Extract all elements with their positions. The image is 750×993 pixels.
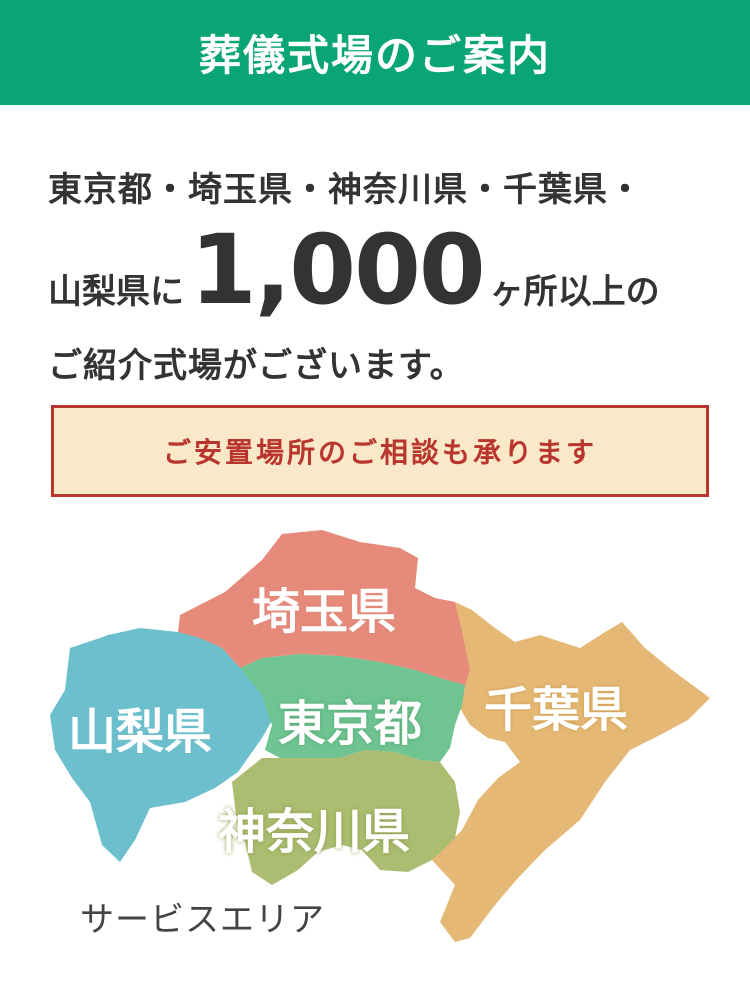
header-banner: 葬儀式場のご案内 <box>0 0 750 105</box>
page-title: 葬儀式場のご案内 <box>198 31 551 80</box>
region-label-kanagawa: 神奈川県 <box>218 804 411 860</box>
intro-line-2-suffix: ヶ所以上の <box>489 272 660 312</box>
region-label-yamanashi: 山梨県 <box>68 704 213 760</box>
region-label-saitama: 埼玉県 <box>252 584 397 640</box>
intro-line-3: ご紹介式場がございます。 <box>48 346 465 386</box>
region-label-tokyo: 東京都 <box>278 696 423 752</box>
service-area-map: 埼玉県 山梨県 東京都 千葉県 神奈川県 サービスエリア <box>0 520 750 990</box>
intro-line-2-prefix: 山梨県に <box>48 272 184 312</box>
region-label-chiba: 千葉県 <box>484 682 629 738</box>
consultation-notice: ご安置場所のご相談も承ります <box>51 405 709 497</box>
notice-text: ご安置場所のご相談も承ります <box>162 436 597 469</box>
intro-line-1: 東京都・埼玉県・神奈川県・千葉県・ <box>48 170 643 210</box>
intro-line-2: 山梨県に 1,000 ヶ所以上の <box>48 222 660 318</box>
region-chiba-shape[interactable] <box>432 602 710 942</box>
service-area-caption: サービスエリア <box>80 900 325 940</box>
venue-count: 1,000 <box>190 214 486 326</box>
